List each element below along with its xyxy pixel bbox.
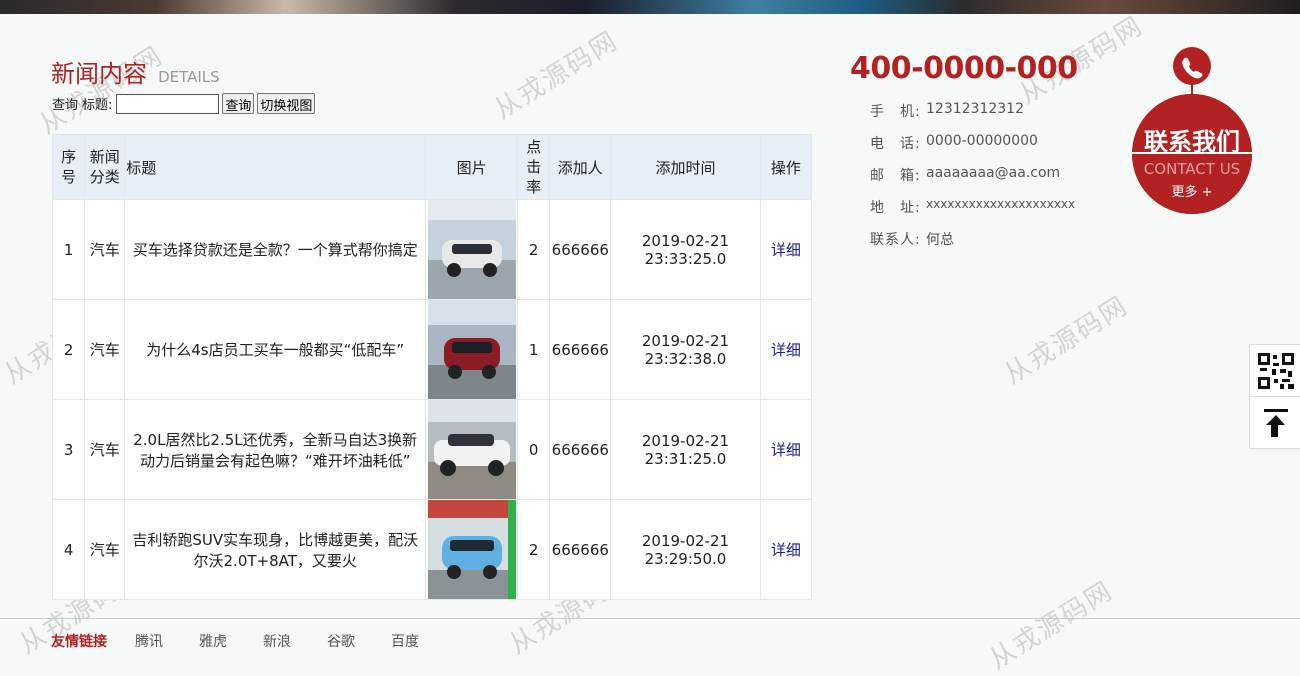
footer-link-google[interactable]: 谷歌 (327, 631, 355, 651)
hotline-number: 400-0000-000 (850, 51, 1078, 86)
contact-us-badge[interactable]: 联系我们 CONTACT US 更多 + (1130, 44, 1254, 216)
toggle-view-button[interactable]: 切换视图 (257, 93, 316, 114)
contact-info: 手 机: 12312312312 电 话: 0000-00000000 邮 箱: aa… (870, 101, 1075, 261)
car-thumbnail-image[interactable] (427, 500, 516, 599)
title-label: 标题: (82, 98, 113, 113)
cell-image (425, 299, 519, 400)
cell-date: 2019-02-21 (641, 331, 730, 350)
cell-image (425, 199, 519, 300)
cell-date: 2019-02-21 (641, 431, 730, 450)
top-banner-image (0, 0, 1300, 14)
title-search-input[interactable] (116, 93, 220, 114)
footer-link-sina[interactable]: 新浪 (263, 631, 291, 651)
cell-time: 2019-02-21 23:31:25.0 (610, 399, 761, 500)
cell-category: 汽车 (84, 499, 126, 600)
cell-author: 666666 (549, 499, 612, 600)
col-header-no: 序号 (51, 134, 86, 200)
cell-author: 666666 (549, 199, 612, 300)
contact-address: 地 址: xxxxxxxxxxxxxxxxxxxxx (870, 197, 1076, 216)
detail-link[interactable]: 详细 (771, 541, 801, 559)
cell-clicks: 2 (517, 199, 551, 300)
col-header-category: 新闻分类 (84, 134, 126, 200)
news-table: 序号 新闻分类 标题 图片 点击率 添加人 添加时间 操作 1 汽车 买车选择贷… (51, 134, 813, 600)
cell-action: 详细 (759, 399, 813, 500)
cell-date: 2019-02-21 (641, 231, 730, 250)
watermark: 从戎源码网 (489, 25, 624, 126)
footer-link-baidu[interactable]: 百度 (391, 631, 419, 651)
contact-phone: 电 话: 0000-00000000 (870, 133, 1038, 152)
cell-author: 666666 (549, 299, 612, 400)
cell-image (425, 399, 519, 500)
table-row: 4 汽车 吉利轿跑SUV实车现身，比博越更美，配沃尔沃2.0T+8AT，又要火 … (51, 499, 813, 600)
page-title: 新闻内容 DETAILS (51, 54, 220, 89)
cell-clock: 23:33:25.0 (644, 249, 727, 268)
cell-action: 详细 (759, 199, 813, 300)
qr-code-icon (1257, 352, 1294, 389)
floating-side-bar (1249, 344, 1300, 449)
car-thumbnail-image[interactable] (427, 400, 516, 499)
query-label: 查询 (52, 98, 79, 113)
cell-category: 汽车 (84, 299, 126, 400)
cell-no: 2 (51, 299, 86, 400)
cell-image (425, 499, 519, 600)
page-title-cn: 新闻内容 (51, 60, 147, 88)
contact-email: 邮 箱: aaaaaaaa@aa.com (870, 165, 1061, 184)
cell-clock: 23:31:25.0 (644, 449, 727, 468)
footer-link-yahoo[interactable]: 雅虎 (199, 631, 227, 651)
car-thumbnail-image[interactable] (427, 200, 516, 299)
col-header-author: 添加人 (549, 134, 612, 200)
detail-link[interactable]: 详细 (771, 341, 801, 359)
contact-mobile: 手 机: 12312312312 (870, 101, 1024, 120)
watermark: 从戎源码网 (984, 575, 1119, 676)
col-header-image: 图片 (425, 134, 519, 200)
car-thumbnail-image[interactable] (427, 300, 516, 399)
cell-time: 2019-02-21 23:32:38.0 (610, 299, 761, 400)
footer-link-tencent[interactable]: 腾讯 (135, 631, 163, 651)
cell-category: 汽车 (84, 399, 126, 500)
cell-clicks: 2 (517, 499, 551, 600)
footer-links: 友情链接 腾讯 雅虎 新浪 谷歌 百度 (51, 631, 455, 651)
back-to-top-button[interactable] (1249, 397, 1300, 449)
cell-clock: 23:32:38.0 (644, 349, 727, 368)
table-header-row: 序号 新闻分类 标题 图片 点击率 添加人 添加时间 操作 (51, 134, 813, 200)
cell-category: 汽车 (84, 199, 126, 300)
col-header-clicks: 点击率 (517, 134, 551, 200)
cell-title: 买车选择贷款还是全款？一个算式帮你搞定 (124, 199, 427, 300)
cell-title: 为什么4s店员工买车一般都买“低配车” (124, 299, 427, 400)
contact-us-cn: 联系我们 (1144, 128, 1240, 156)
cell-clicks: 1 (517, 299, 551, 400)
col-header-time: 添加时间 (610, 134, 761, 200)
cell-time: 2019-02-21 23:33:25.0 (610, 199, 761, 300)
table-row: 1 汽车 买车选择贷款还是全款？一个算式帮你搞定 2 666666 2019-0… (51, 199, 813, 300)
cell-author: 666666 (549, 399, 612, 500)
detail-link[interactable]: 详细 (771, 241, 801, 259)
cell-no: 4 (51, 499, 86, 600)
cell-clock: 23:29:50.0 (644, 549, 727, 568)
footer-divider (0, 618, 1300, 619)
detail-link[interactable]: 详细 (771, 441, 801, 459)
cell-time: 2019-02-21 23:29:50.0 (610, 499, 761, 600)
cell-action: 详细 (759, 299, 813, 400)
watermark: 从戎源码网 (999, 290, 1134, 391)
arrow-up-icon (1263, 408, 1288, 437)
contact-us-more: 更多 + (1171, 184, 1212, 200)
table-row: 2 汽车 为什么4s店员工买车一般都买“低配车” 1 666666 2019-0… (51, 299, 813, 400)
cell-clicks: 0 (517, 399, 551, 500)
col-header-action: 操作 (759, 134, 813, 200)
contact-person: 联系人: 何总 (870, 232, 954, 248)
col-header-title: 标题 (124, 134, 427, 200)
contact-us-en: CONTACT US (1144, 160, 1240, 178)
friend-links-label: 友情链接 (51, 634, 107, 650)
cell-no: 3 (51, 399, 86, 500)
qr-code-button[interactable] (1249, 344, 1300, 397)
cell-date: 2019-02-21 (641, 531, 730, 550)
cell-title: 吉利轿跑SUV实车现身，比博越更美，配沃尔沃2.0T+8AT，又要火 (124, 499, 427, 600)
cell-no: 1 (51, 199, 86, 300)
search-bar: 查询 标题: 查询 切换视图 (52, 93, 318, 114)
cell-title: 2.0L居然比2.5L还优秀，全新马自达3换新动力后销量会有起色嘛？“难开坏油耗… (124, 399, 427, 500)
table-row: 3 汽车 2.0L居然比2.5L还优秀，全新马自达3换新动力后销量会有起色嘛？“… (51, 399, 813, 500)
cell-action: 详细 (759, 499, 813, 600)
page-title-en: DETAILS (158, 68, 220, 86)
search-button[interactable]: 查询 (222, 93, 255, 114)
